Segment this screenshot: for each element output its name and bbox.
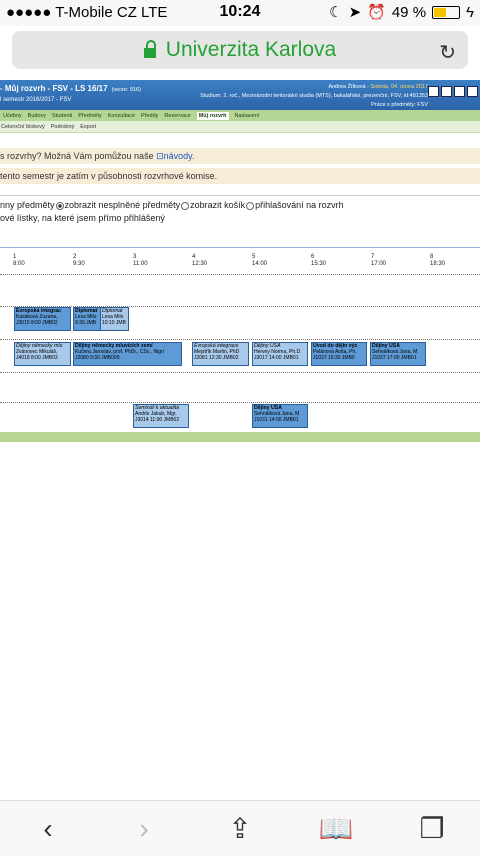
address-bar[interactable]: Univerzita Karlova ↻ [12,31,468,69]
menu-item-active[interactable]: Můj rozvrh [196,111,229,120]
menu-item[interactable]: Předdy [141,113,158,119]
study-info: Studium: 2. roč., Mezinárodní teritoriál… [200,93,428,99]
time-tick: 8 18:30 [430,254,446,267]
back-icon[interactable]: ‹ [28,809,68,849]
bookmarks-icon[interactable]: 📖 [316,809,356,849]
work-with-subjects[interactable]: Práce s předměty: FSV [371,102,428,108]
submenu-item[interactable]: Celoroční blokový [1,124,45,130]
alarm-icon: ⏰ [367,4,386,21]
time-tick: 1 8:00 [13,254,25,267]
timetable-grid: 1 8:00 2 9:30 3 11:00 4 12:30 5 14:00 6 15:30 … [0,248,480,448]
moon-icon: ☾ [329,4,343,21]
page-title: - Můj rozvrh - FSV - LS 16/17 (verze: 916… [0,84,141,93]
time-tick: 5 14:00 [252,254,268,267]
row-separator [0,402,480,403]
menu-item[interactable]: Nastavení [235,113,260,119]
logout-icon[interactable] [467,86,478,97]
course-block[interactable]: Dějiny USA Sehnálková Jana, M J1037 17:00 … [370,342,426,366]
menu-item[interactable]: Předměty [78,113,102,119]
row-separator [0,372,480,373]
share-icon[interactable]: ⇪ [220,809,260,849]
filter-line-2: ové lístky, na které jsem přímo přihláše… [0,213,165,223]
time-tick: 2 9:30 [73,254,85,267]
time-tick: 3 11:00 [133,254,148,267]
course-block[interactable]: Diplomat Lexa Milo 9:30 JMB [73,307,102,331]
course-block[interactable]: Evropská integrac Kasáková Zuzana, J3015 8… [14,307,71,331]
web-page: - Můj rozvrh - FSV - LS 16/17 (verze: 916… [0,80,480,800]
footer-bar [0,432,480,442]
current-date: Sobota, 04. února 2017 [370,84,429,90]
main-menu: Učebny Budovy Studenti Předměty Konzulta… [0,110,480,121]
sis-header: - Můj rozvrh - FSV - LS 16/17 (verze: 916… [0,80,480,110]
user-name[interactable]: Andrea Žítková [328,84,365,90]
committee-notice: tento semestr je zatím v působnosti rozv… [0,168,480,184]
course-block[interactable]: Diplomat Lexa Milo 10:10 JMB [100,307,129,331]
radio-enrollment[interactable] [246,201,255,210]
site-title: Univerzita Karlova [165,38,337,61]
menu-item[interactable]: Budovy [28,113,46,119]
battery-icon [432,5,461,19]
lock-icon [143,40,156,58]
location-icon: ➤ [348,4,362,21]
submenu-item[interactable]: Podrobný [51,124,75,130]
row-separator [0,306,480,307]
help-icon[interactable] [454,86,465,97]
row-separator [0,274,480,275]
battery-percent: 49 % [391,3,427,21]
course-block[interactable]: Seminář k aktualitá Andrle Jakub, Mgr. J30… [133,404,189,428]
menu-item[interactable]: Studenti [52,113,72,119]
home-icon[interactable] [428,86,439,97]
forward-icon[interactable]: › [124,809,164,849]
user-info: Andrea Žítková - Sobota, 04. února 2017 … [200,84,429,108]
course-block[interactable]: Dějiny USA Hervey Norma, Ph.D. J3017 14:00… [252,342,308,366]
reload-icon[interactable]: ↻ [439,40,456,65]
guides-link[interactable]: ⊡návody [156,151,192,161]
print-icon[interactable] [441,86,452,97]
tabs-icon[interactable]: ❐ [412,809,452,849]
submenu-item[interactable]: Export [80,124,96,130]
course-block[interactable]: Dějiny německy mluvících zemí Kučera Jaro… [73,342,182,366]
browser-toolbar: ‹ › ⇪ 📖 ❐ [0,800,480,856]
course-block[interactable]: Dějiny USA Sehnálková Jana, M J1031 14:00 … [252,404,308,428]
course-block[interactable]: Evropská integrace Mejstřík Martin, PhD J2… [192,342,249,366]
menu-item[interactable]: Učebny [3,113,22,119]
radio-basket[interactable] [181,201,190,210]
row-separator [0,339,480,340]
semester-label: l semestr 2016/2017 - FSV [0,97,72,103]
sub-menu: Celoroční blokový Podrobný Export [0,121,480,133]
radio-unfinished[interactable] [55,201,64,210]
filter-options: nny předměty zobrazit nesplněné předměty z… [0,195,480,225]
course-block[interactable]: Dějiny německy mlu Zvánovec Mikuláš, J4018… [14,342,71,366]
course-block[interactable]: Úvod do dějin výc Pelánová Anita, Ph. J103… [311,342,367,366]
help-notice: s rozvrhy? Možná Vám pomůžou naše ⊡návod… [0,148,480,164]
status-bar: ●●●●● T-Mobile CZ LTE 10:24 ☾ ➤ ⏰ 49 % ϟ [0,0,480,26]
charging-icon: ϟ [466,3,474,21]
time-tick: 6 15:30 [311,254,327,267]
menu-item[interactable]: Rezervace [164,113,190,119]
time-tick: 7 17:00 [371,254,387,267]
menu-item[interactable]: Konzultace [108,113,135,119]
time-tick: 4 12:30 [192,254,208,267]
